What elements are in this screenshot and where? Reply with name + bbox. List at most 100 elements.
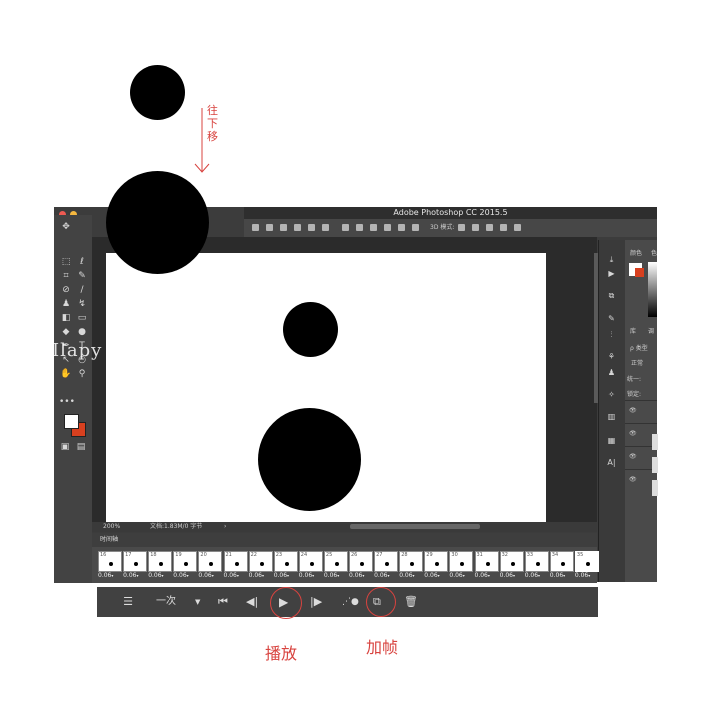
frame-thumbnail[interactable]: 21 [223,551,248,572]
frame-delay[interactable]: 0.06▾ [148,572,163,579]
align-left-icon[interactable] [252,224,259,231]
frame-thumbnail[interactable]: 24 [298,551,323,572]
timeline-frame[interactable]: 30 0.06▾ [449,551,474,581]
healing-icon[interactable]: ⊘ [59,283,73,297]
frame-delay-dropdown-icon[interactable]: ▾ [187,573,189,578]
frame-delay[interactable]: 0.06▾ [123,572,138,579]
frame-thumbnail[interactable]: 27 [374,551,399,572]
timeline-frame[interactable]: 19 0.06▾ [173,551,198,581]
frame-thumbnail[interactable]: 34 [549,551,574,572]
distribute-top-icon[interactable] [342,224,349,231]
frame-delay[interactable]: 0.06▾ [299,572,314,579]
3d-roll-icon[interactable] [472,224,479,231]
frame-thumbnail[interactable]: 30 [449,551,474,572]
blend-mode-select[interactable]: 正常 [631,358,643,367]
timeline-frame[interactable]: 31 0.06▾ [474,551,499,581]
frame-delay-dropdown-icon[interactable]: ▾ [312,573,314,578]
timeline-frame[interactable]: 33 0.06▾ [524,551,549,581]
frame-delay-dropdown-icon[interactable]: ▾ [488,573,490,578]
frame-delay-dropdown-icon[interactable]: ▾ [413,573,415,578]
timeline-frame[interactable]: 21 0.06▾ [223,551,248,581]
visibility-eye-icon[interactable]: 👁 [629,407,637,414]
color-ramp[interactable] [648,262,657,317]
color-tab-secondary[interactable]: 色 [651,248,657,257]
timeline-frame[interactable]: 35 0.06▾ [574,551,599,581]
3d-rotate-icon[interactable] [458,224,465,231]
frame-thumbnail[interactable]: 28 [399,551,424,572]
frame-delay-dropdown-icon[interactable]: ▾ [563,573,565,578]
convert-timeline-icon[interactable]: ☰ [120,594,136,610]
frame-delay-dropdown-icon[interactable]: ▾ [212,573,214,578]
align-right-icon[interactable] [280,224,287,231]
timeline-frame[interactable]: 16 0.06▾ [98,551,122,581]
frame-delay-dropdown-icon[interactable]: ▾ [337,573,339,578]
frame-delay-dropdown-icon[interactable]: ▾ [513,573,515,578]
next-frame-icon[interactable]: |▶ [310,594,322,610]
frame-thumbnail[interactable]: 16 [98,551,122,572]
layer-row[interactable]: 👁 [625,400,657,423]
timeline-frame[interactable]: 29 0.06▾ [424,551,449,581]
frame-delay-dropdown-icon[interactable]: ▾ [463,573,465,578]
first-frame-icon[interactable]: ⏮ [218,594,228,610]
timeline-frame[interactable]: 26 0.06▾ [349,551,373,581]
color-tab[interactable]: 颜色 [630,248,642,257]
gradient-icon[interactable]: ▭ [75,311,89,325]
visibility-eye-icon[interactable]: 👁 [629,453,637,460]
frame-thumbnail[interactable]: 22 [248,551,273,572]
hand-icon[interactable]: ✋ [59,367,73,381]
brush-settings-icon[interactable]: ✎ [606,313,617,324]
clone-source-icon[interactable]: ⚘ [606,351,617,362]
zoom-icon[interactable]: ⚲ [75,367,89,381]
frame-delay[interactable]: 0.06▾ [224,572,239,579]
timeline-frame[interactable]: 27 0.06▾ [374,551,399,581]
timeline-frame[interactable]: 18 0.06▾ [148,551,173,581]
frame-delay[interactable]: 0.06▾ [274,572,289,579]
3d-scale-icon[interactable] [514,224,521,231]
character-icon[interactable]: A| [606,457,617,468]
distribute-center-icon[interactable] [398,224,405,231]
timeline-title[interactable]: 时间轴 [100,533,118,547]
timeline-frame[interactable]: 34 0.06▾ [549,551,574,581]
marquee-icon[interactable]: ⬚ [59,255,73,269]
frame-delay[interactable]: 0.06▾ [449,572,464,579]
delete-frame-icon[interactable]: 🗑 [404,594,418,610]
frame-delay-dropdown-icon[interactable]: ▾ [287,573,289,578]
frame-thumbnail[interactable]: 23 [273,551,298,572]
align-middle-icon[interactable] [308,224,315,231]
zoom-level[interactable]: 200% [103,522,120,532]
frame-delay[interactable]: 0.06▾ [575,572,590,579]
previous-frame-icon[interactable]: ◀| [246,594,258,610]
timeline-frame[interactable]: 25 0.06▾ [323,551,348,581]
visibility-eye-icon[interactable]: 👁 [629,430,637,437]
timeline-frame[interactable]: 23 0.06▾ [273,551,298,581]
frame-delay-dropdown-icon[interactable]: ▾ [538,573,540,578]
visibility-eye-icon[interactable]: 👁 [629,476,637,483]
frame-thumbnail[interactable]: 31 [474,551,499,572]
frame-delay[interactable]: 0.06▾ [475,572,490,579]
frame-thumbnail[interactable]: 33 [524,551,549,572]
crop-icon[interactable]: ⌗ [59,269,73,283]
loop-dropdown-icon[interactable]: ▼ [195,594,200,610]
3d-slide-icon[interactable] [500,224,507,231]
frame-thumbnail[interactable]: 25 [323,551,348,572]
glyphs-icon[interactable]: ✧ [606,389,617,400]
move-icon[interactable]: ✥ [59,220,73,234]
frame-delay[interactable]: 0.06▾ [399,572,414,579]
frame-delay[interactable]: 0.06▾ [550,572,565,579]
frame-delay[interactable]: 0.06▾ [249,572,264,579]
frame-delay-dropdown-icon[interactable]: ▾ [237,573,239,578]
timeline-frame[interactable]: 20 0.06▾ [198,551,223,581]
frame-thumbnail[interactable]: 18 [148,551,173,572]
frame-delay[interactable]: 0.06▾ [525,572,540,579]
frame-thumbnail[interactable]: 17 [123,551,148,572]
quick-mask-icon[interactable]: ▣ [58,440,72,454]
frame-delay[interactable]: 0.06▾ [198,572,213,579]
frame-delay[interactable]: 0.06▾ [98,572,113,579]
library-tab[interactable]: 库 [630,326,636,335]
frame-delay[interactable]: 0.06▾ [324,572,339,579]
timeline-frame[interactable]: 22 0.06▾ [248,551,273,581]
actions-play-icon[interactable]: ▶ [606,268,617,279]
history-brush-icon[interactable]: ↯ [75,297,89,311]
frame-delay[interactable]: 0.06▾ [424,572,439,579]
stamp-icon[interactable]: ♟ [59,297,73,311]
